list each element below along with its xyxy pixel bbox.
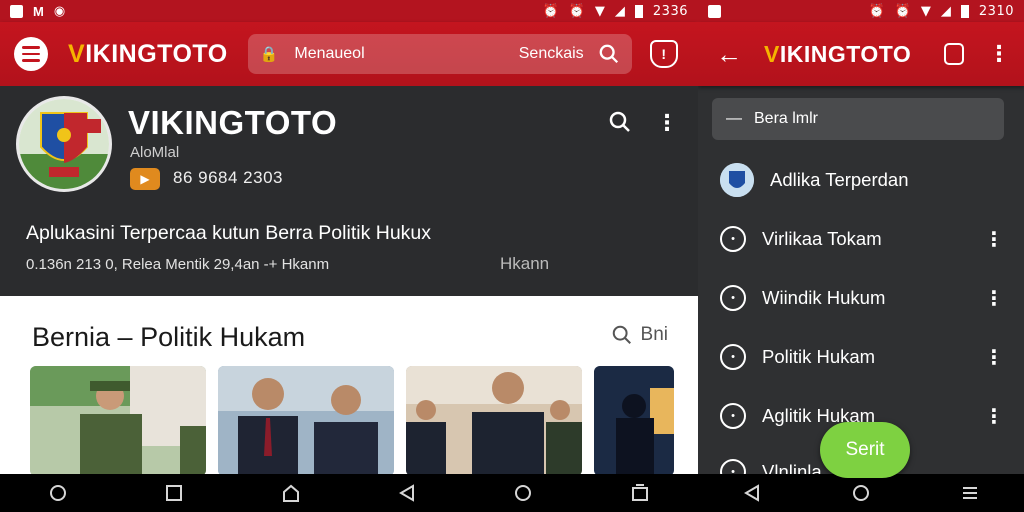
alarm-icon-2: ⏰ (568, 3, 585, 19)
news-thumbnail[interactable] (30, 366, 206, 476)
news-thumbnail[interactable] (406, 366, 582, 476)
fab-button[interactable]: Serit (820, 422, 910, 478)
avatar (16, 96, 112, 192)
more-icon[interactable]: ⋮ (984, 345, 1004, 370)
chat-bubble-icon: • (720, 285, 746, 311)
chat-bubble-icon: • (720, 226, 746, 252)
alarm-icon-2: ⏰ (894, 3, 911, 19)
lock-icon: 🔒 (259, 46, 279, 63)
news-thumbnail[interactable] (594, 366, 674, 476)
nav-menu-icon[interactable] (940, 484, 1000, 502)
back-arrow-icon[interactable]: ← (716, 39, 742, 70)
android-nav-bar (698, 474, 1024, 512)
android-nav-bar (0, 474, 698, 512)
sync-icon: ◉ (53, 3, 66, 18)
more-icon[interactable]: ⋮ (984, 286, 1004, 311)
profile-subtitle: AloMlal (130, 144, 180, 161)
app-logo[interactable]: VIKINGTOTO (764, 41, 911, 68)
alarm-icon: ⏰ (542, 3, 559, 19)
left-screen: M ◉ ⏰ ⏰ ▼ ◢ 2336 VIKINGTOTO 🔒 Menaueol S… (0, 0, 698, 512)
nav-back-icon[interactable] (377, 484, 437, 502)
list-item[interactable]: • Wiindik Hukum ⋮ (720, 278, 1010, 318)
status-bar: ⏰ ⏰ ▼ ◢ 2310 (698, 0, 1024, 22)
profile-meta: 0.136n 213 0, Relea Mentik 29,4an -+ Hka… (26, 256, 330, 273)
list-item[interactable]: Adlika Terperdan (720, 160, 1010, 200)
nav-back-icon[interactable] (722, 484, 782, 502)
profile-tagline: Aplukasini Terpercaa kutun Berra Politik… (26, 222, 432, 244)
chat-bubble-icon: • (720, 344, 746, 370)
shield-icon[interactable]: ! (649, 40, 678, 68)
search-button-label[interactable]: Senckais (519, 45, 584, 63)
profile-meta-label: Hkann (500, 254, 550, 273)
profile-name: VIKINGTOTO (128, 104, 338, 141)
signal-icon: ◢ (940, 3, 951, 19)
more-icon[interactable]: ⋮ (988, 41, 1010, 67)
search-icon[interactable] (598, 43, 620, 65)
app-bar: VIKINGTOTO 🔒 Menaueol Senckais ! (0, 22, 698, 86)
alarm-icon: ⏰ (868, 3, 885, 19)
nav-home-icon[interactable] (261, 483, 321, 503)
list-item[interactable]: • Politik Hukam ⋮ (720, 337, 1010, 377)
avatar (720, 163, 754, 197)
wifi-icon: ▼ (594, 3, 605, 19)
search-input[interactable]: Menaueol (294, 45, 518, 63)
gmail-icon: M (33, 3, 44, 19)
nav-home-circle-icon[interactable] (28, 484, 88, 502)
search-icon[interactable] (611, 324, 633, 346)
hamburger-icon[interactable] (14, 37, 48, 71)
profile-header: VIKINGTOTO AloMlal ▶ 86 9684 2303 ⋮ Aplu… (0, 86, 698, 296)
play-badge-icon[interactable]: ▶ (130, 168, 160, 190)
status-bar: M ◉ ⏰ ⏰ ▼ ◢ 2336 (0, 0, 698, 22)
profile-stats: 86 9684 2303 (173, 168, 283, 187)
card-search[interactable]: Bni (611, 324, 668, 346)
more-icon[interactable]: ⋮ (984, 227, 1004, 252)
news-card: Bernia – Politik Hukam Bni (0, 296, 698, 476)
chat-bubble-icon: • (720, 403, 746, 429)
wifi-icon: ▼ (920, 3, 931, 19)
app-logo[interactable]: VIKINGTOTO (68, 40, 228, 69)
nav-home-circle-icon-2[interactable] (493, 484, 553, 502)
battery-icon (634, 4, 643, 18)
more-icon[interactable]: ⋮ (656, 110, 678, 136)
list-item[interactable]: • Virlikaa Tokam ⋮ (720, 219, 1010, 259)
news-thumbnail[interactable] (218, 366, 394, 476)
status-time: 2310 (978, 3, 1014, 19)
nav-screenshot-icon[interactable] (610, 483, 670, 503)
nav-recents-icon[interactable] (144, 484, 204, 502)
search-icon[interactable] (608, 110, 632, 134)
app-bar: ← VIKINGTOTO ⋮ (698, 22, 1024, 86)
battery-icon (960, 4, 969, 18)
signal-icon: ◢ (614, 3, 625, 19)
nav-home-circle-icon[interactable] (831, 484, 891, 502)
search-bar[interactable]: 🔒 Menaueol Senckais (247, 34, 632, 74)
copy-icon[interactable] (944, 43, 964, 65)
search-input[interactable]: — Bera lmlr (712, 98, 1004, 140)
more-icon[interactable]: ⋮ (984, 404, 1004, 429)
notification-icon (708, 4, 721, 18)
minus-icon: — (726, 110, 742, 127)
notification-icon (10, 4, 23, 18)
status-time: 2336 (652, 3, 688, 19)
card-title: Bernia – Politik Hukam (32, 322, 306, 352)
